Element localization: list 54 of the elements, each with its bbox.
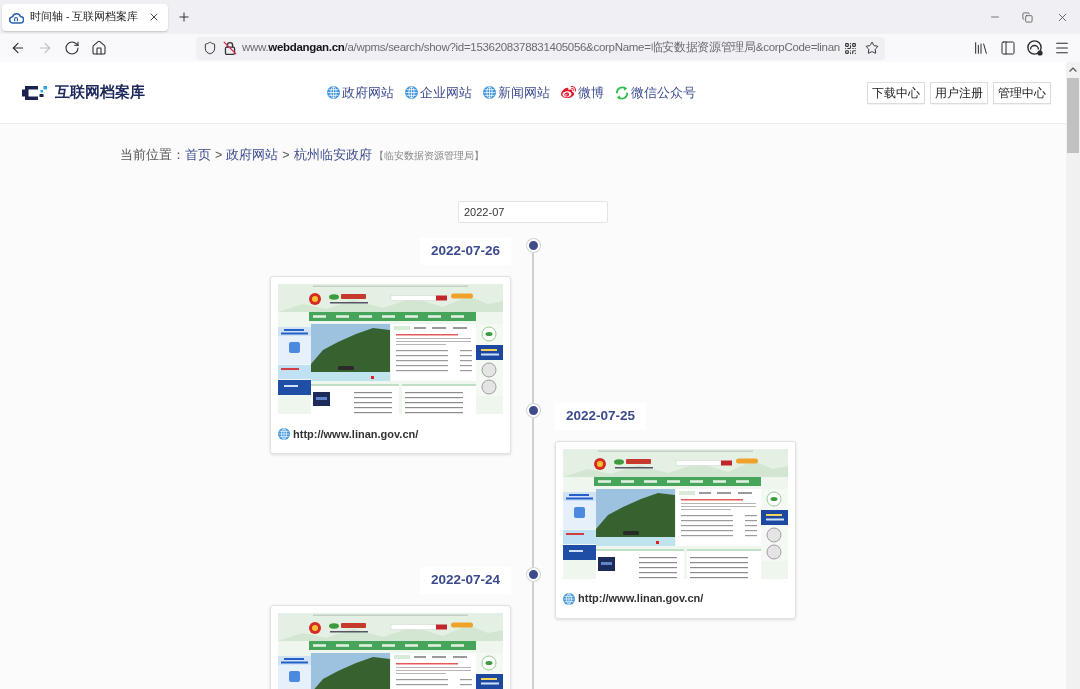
library-icon[interactable]: [973, 40, 989, 56]
timeline-marker-icon: [525, 402, 541, 418]
reload-icon[interactable]: [64, 40, 80, 56]
snapshot-card[interactable]: http://www.linan.gov.cn/: [555, 440, 796, 619]
snapshot-card[interactable]: http://www.linan.gov.cn/: [270, 276, 511, 454]
scrollbar-thumb[interactable]: [1067, 78, 1079, 153]
nav-link[interactable]: 企业网站: [405, 82, 472, 103]
snapshot-link[interactable]: http://www.linan.gov.cn/: [278, 424, 503, 444]
header-button[interactable]: 管理中心: [993, 81, 1051, 104]
timeline-date: 2022-07-24: [419, 567, 511, 594]
account-icon[interactable]: [1027, 40, 1043, 56]
tab-title: 时间轴 - 互联网档案库: [30, 9, 139, 25]
globe-icon: [483, 86, 496, 99]
sidebar-icon[interactable]: [1000, 40, 1016, 56]
breadcrumb-separator: >: [215, 146, 223, 164]
lock-icon[interactable]: [223, 41, 237, 55]
breadcrumb-label: 当前位置：: [120, 146, 185, 164]
nav-link[interactable]: 微信公众号: [615, 82, 696, 103]
cloud-icon: [9, 10, 24, 24]
timeline-marker-icon: [525, 238, 541, 253]
star-icon[interactable]: [865, 41, 879, 55]
timeline-marker-icon: [525, 567, 541, 582]
globe-icon: [327, 86, 340, 99]
nav-link[interactable]: 政府网站: [327, 82, 394, 103]
close-icon[interactable]: [148, 11, 160, 23]
month-field[interactable]: 2022-07: [458, 201, 608, 223]
globe-icon: [278, 428, 290, 440]
circular-arrows-icon: [615, 85, 629, 100]
breadcrumb-link[interactable]: 首页: [185, 145, 211, 165]
header-button[interactable]: 下载中心: [867, 81, 925, 104]
snapshot-link[interactable]: http://www.linan.gov.cn/: [563, 588, 788, 609]
weibo-icon: [561, 85, 576, 100]
breadcrumb-note: 【临安数据资源管理局】: [373, 148, 484, 163]
nav-link[interactable]: 微博: [561, 82, 604, 103]
shield-icon[interactable]: [203, 41, 217, 55]
url-text: www.webdangan.cn/a/wpms/search/show?id=1536208378831405056&corpName=临安数据资源管理局&corpCode=linan: [242, 40, 840, 56]
timeline-date: 2022-07-26: [419, 238, 511, 265]
restore-icon[interactable]: [1022, 11, 1033, 23]
browser-tab[interactable]: 时间轴 - 互联网档案库: [2, 3, 168, 31]
breadcrumb-separator: >: [282, 146, 290, 164]
menu-icon[interactable]: [1054, 40, 1070, 56]
site-title: 互联网档案库: [55, 82, 145, 103]
address-field[interactable]: www.webdangan.cn/a/wpms/search/show?id=1536208378831405056&corpName=临安数据资源管理局&corpCode=linan: [196, 36, 885, 60]
breadcrumb-link[interactable]: 杭州临安政府: [293, 145, 372, 165]
globe-icon: [563, 592, 575, 605]
timeline-date: 2022-07-25: [555, 402, 647, 430]
header-button[interactable]: 用户注册: [930, 81, 988, 104]
logo-icon: [22, 84, 47, 101]
new-tab-icon[interactable]: [177, 10, 191, 24]
globe-icon: [405, 86, 418, 99]
breadcrumb-link[interactable]: 政府网站: [226, 145, 279, 165]
nav-link[interactable]: 新闻网站: [483, 82, 550, 103]
home-icon[interactable]: [91, 40, 107, 56]
qr-code-icon[interactable]: [844, 41, 857, 55]
